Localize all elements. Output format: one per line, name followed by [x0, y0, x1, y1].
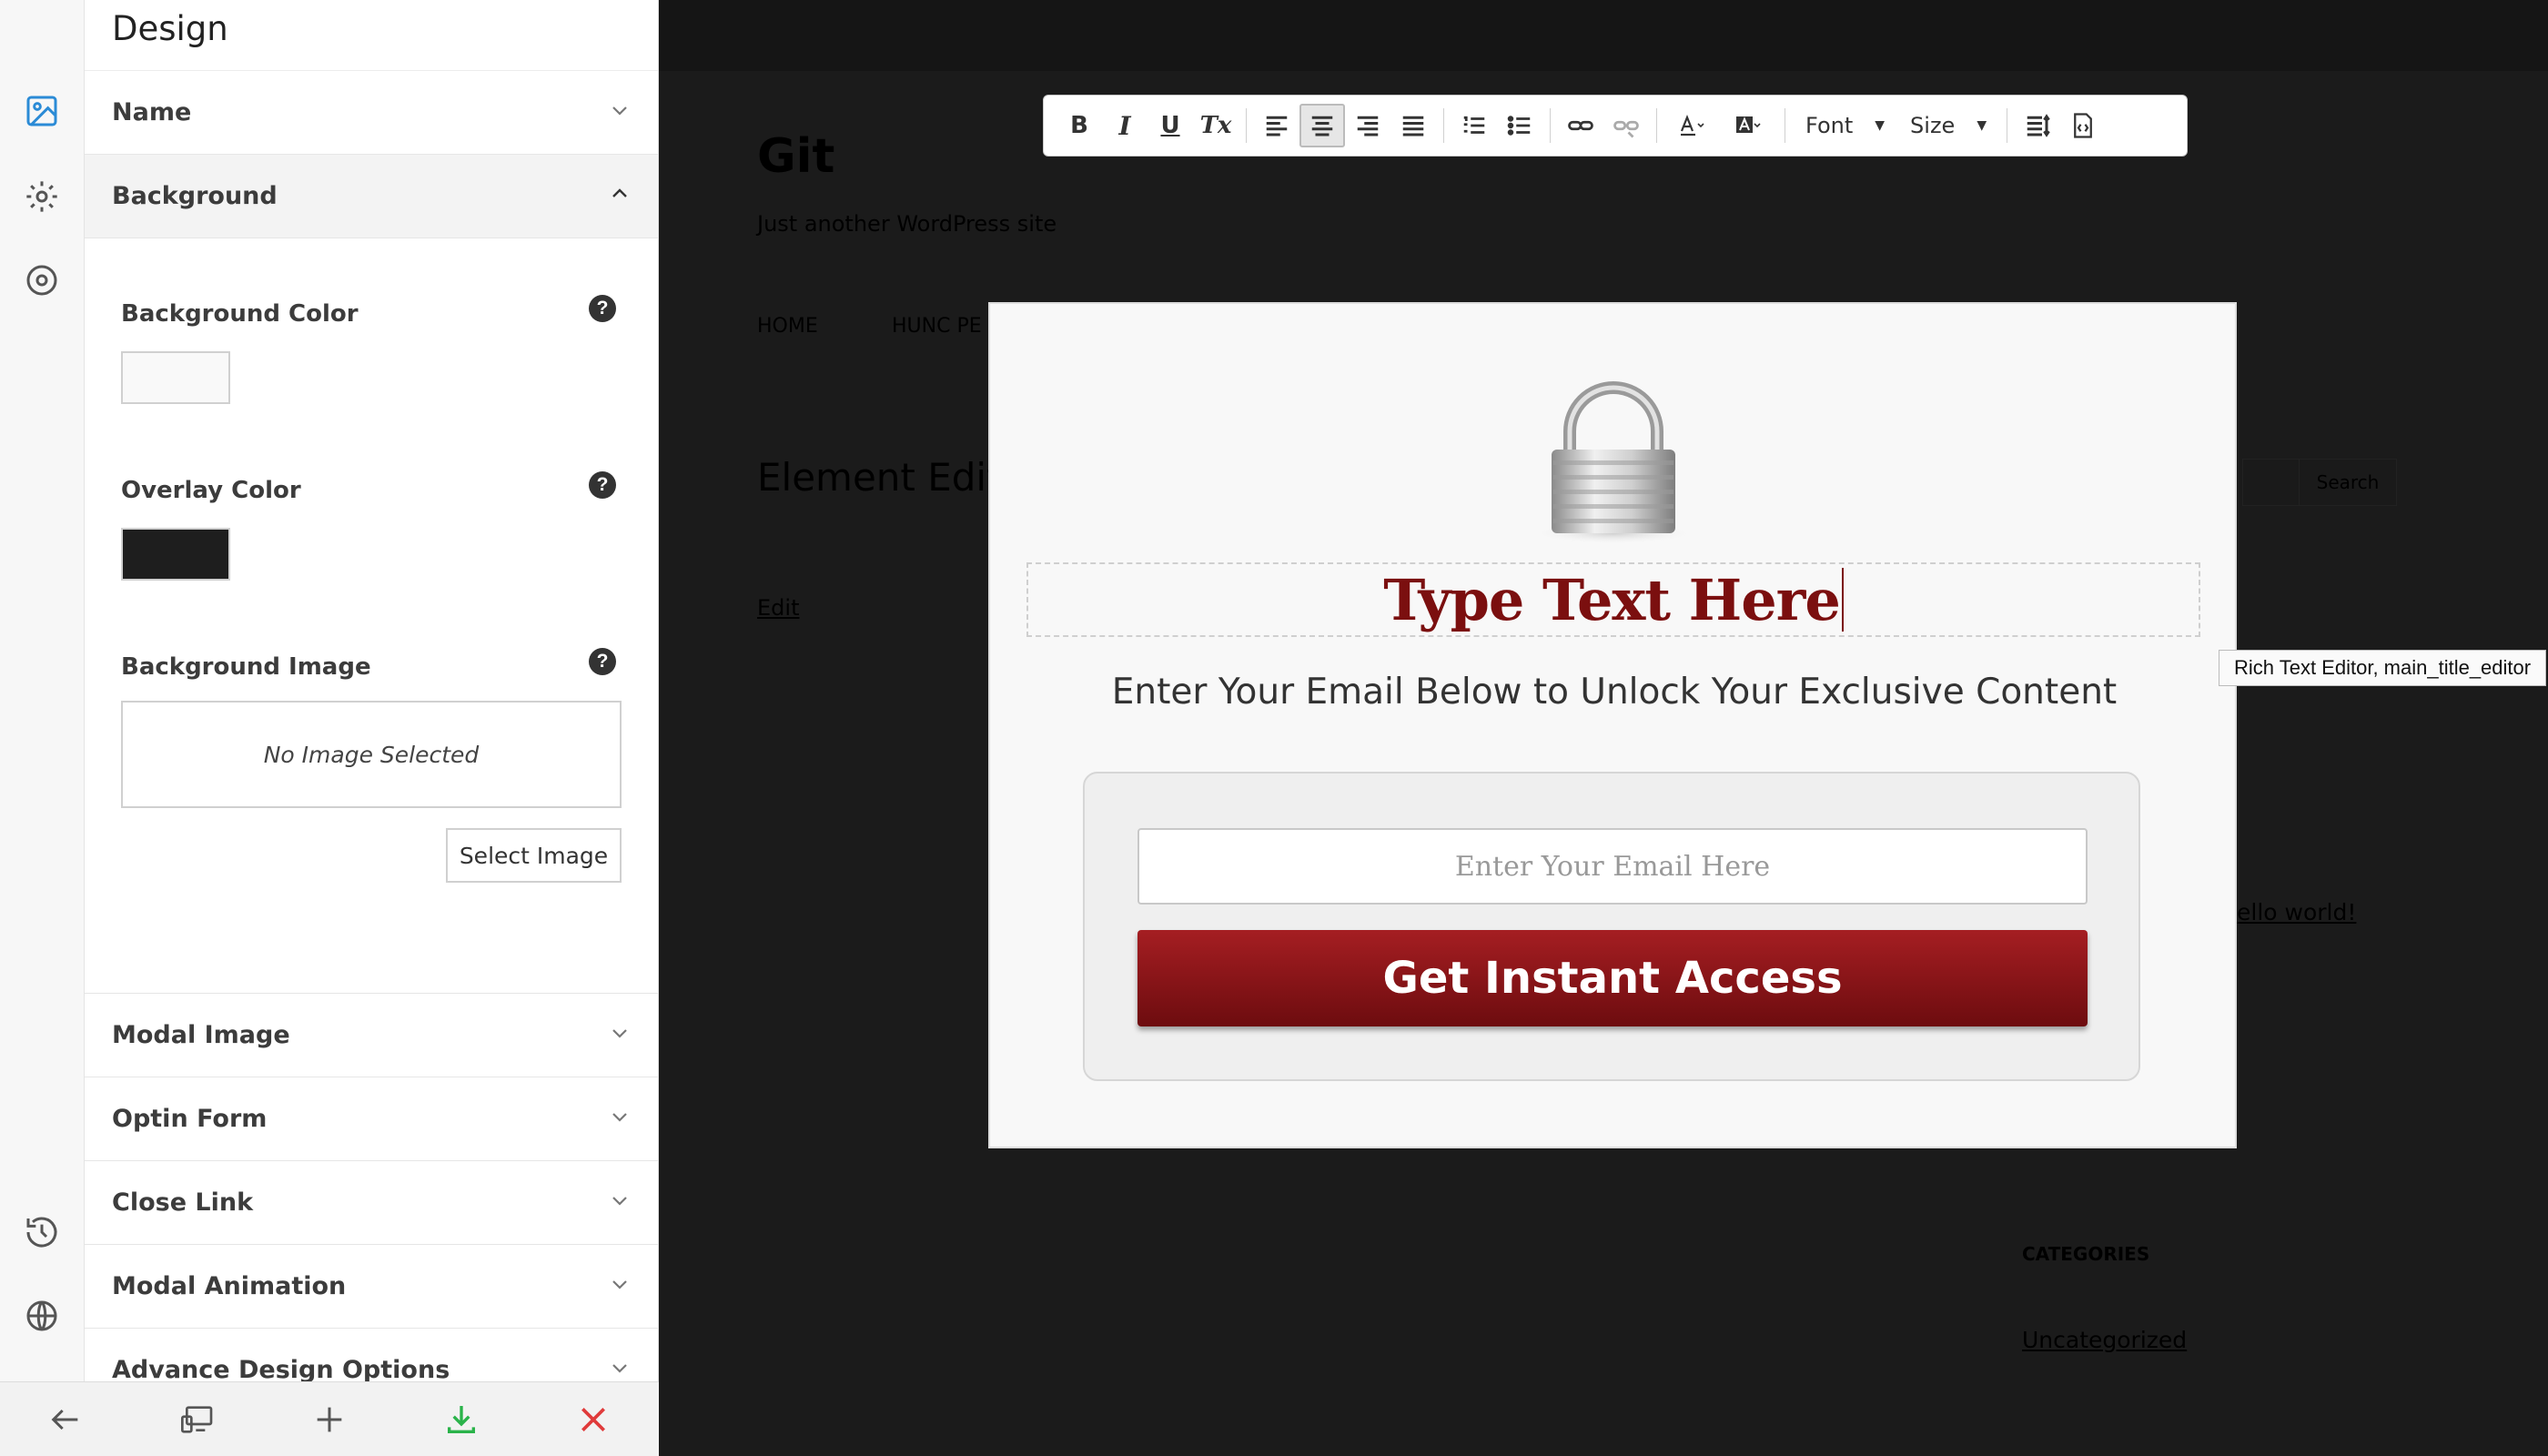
- plus-icon[interactable]: [264, 1382, 396, 1456]
- text-color-icon[interactable]: [1664, 104, 1721, 147]
- select-image-button[interactable]: Select Image: [446, 828, 622, 883]
- accordion-label: Background: [112, 182, 278, 210]
- site-tagline: Just another WordPress site: [757, 211, 1057, 237]
- modal-title[interactable]: Type Text Here: [1383, 567, 1841, 633]
- category-link[interactable]: Uncategorized: [2022, 1327, 2187, 1353]
- underline-glyph: U: [1160, 112, 1180, 139]
- unlink-icon[interactable]: [1603, 104, 1649, 147]
- editor-tooltip: Rich Text Editor, main_title_editor: [2219, 650, 2547, 686]
- bottom-toolbar: [0, 1381, 659, 1456]
- caret-down-icon: ▼: [1977, 118, 1987, 133]
- history-icon[interactable]: [20, 1210, 64, 1254]
- nav-item[interactable]: HUNC PE: [892, 315, 982, 338]
- background-color-swatch[interactable]: [121, 351, 230, 404]
- overlay-color-swatch[interactable]: [121, 528, 230, 581]
- chevron-down-icon: [609, 1273, 631, 1299]
- italic-glyph: I: [1118, 110, 1131, 141]
- devices-icon[interactable]: [132, 1382, 264, 1456]
- toolbar-separator: [1246, 108, 1247, 143]
- font-dropdown[interactable]: Font ▼: [1793, 104, 1897, 147]
- optin-form: Get Instant Access: [1083, 772, 2140, 1081]
- size-dropdown[interactable]: Size ▼: [1897, 104, 1999, 147]
- accordion-label: Modal Animation: [112, 1272, 347, 1300]
- chevron-down-icon: [609, 1106, 631, 1132]
- toolbar-separator: [1656, 108, 1657, 143]
- globe-icon[interactable]: [20, 1294, 64, 1338]
- toolbar-separator: [1443, 108, 1444, 143]
- accordion-modal-image[interactable]: Modal Image: [85, 994, 658, 1077]
- get-instant-access-button[interactable]: Get Instant Access: [1138, 930, 2088, 1026]
- help-icon[interactable]: ?: [589, 648, 616, 675]
- chevron-down-icon: [609, 1357, 631, 1381]
- caret-down-icon: ▼: [1875, 118, 1886, 133]
- chevron-down-icon: [609, 99, 631, 126]
- title-editor-area[interactable]: Type Text Here: [1026, 562, 2200, 637]
- panel-title: Design: [85, 0, 658, 71]
- target-icon[interactable]: [20, 258, 64, 302]
- remove-format-glyph: Tx: [1199, 112, 1232, 139]
- accordion-name[interactable]: Name: [85, 71, 658, 155]
- accordion-advance-design-options[interactable]: Advance Design Options: [85, 1329, 658, 1381]
- download-icon[interactable]: [395, 1382, 527, 1456]
- site-title[interactable]: Git: [757, 129, 834, 184]
- bullet-list-icon[interactable]: [1497, 104, 1542, 147]
- background-image-label: Background Image: [121, 653, 371, 681]
- toolbar-separator: [1550, 108, 1551, 143]
- align-left-icon[interactable]: [1254, 104, 1299, 147]
- site-top-bar: [659, 0, 2548, 71]
- accordion-modal-animation[interactable]: Modal Animation: [85, 1245, 658, 1329]
- page-preview: Git Just another WordPress site HOME HUN…: [659, 0, 2548, 1456]
- text-cursor: [1841, 568, 1844, 632]
- categories-heading: CATEGORIES: [2022, 1243, 2150, 1265]
- link-icon[interactable]: [1558, 104, 1603, 147]
- optin-modal: Type Text Here Enter Your Email Below to…: [988, 302, 2237, 1148]
- align-center-icon[interactable]: [1299, 104, 1345, 147]
- edit-link[interactable]: Edit: [757, 595, 799, 621]
- accordion-label: Name: [112, 98, 192, 126]
- background-color-icon[interactable]: [1721, 104, 1777, 147]
- padlock-icon: [1532, 381, 1695, 544]
- underline-button[interactable]: U: [1148, 104, 1193, 147]
- italic-button[interactable]: I: [1102, 104, 1148, 147]
- numbered-list-icon[interactable]: [1451, 104, 1497, 147]
- modal-subtitle[interactable]: Enter Your Email Below to Unlock Your Ex…: [990, 672, 2239, 713]
- email-input[interactable]: [1138, 828, 2088, 905]
- page-heading: Element Edit: [757, 455, 1002, 500]
- font-dropdown-label: Font: [1805, 113, 1854, 138]
- rich-text-toolbar: B I U Tx Font ▼ Size ▼: [1043, 95, 2188, 157]
- image-icon[interactable]: [20, 89, 64, 133]
- background-image-preview: No Image Selected: [121, 701, 622, 808]
- accordion-label: Modal Image: [112, 1021, 290, 1049]
- chevron-up-icon: [609, 183, 631, 209]
- nav-item-home[interactable]: HOME: [757, 315, 818, 338]
- close-icon[interactable]: [527, 1382, 659, 1456]
- accordion-background[interactable]: Background: [85, 155, 658, 238]
- design-panel: Design Name Background Background Color …: [85, 0, 659, 1381]
- help-icon[interactable]: ?: [589, 471, 616, 499]
- line-height-icon[interactable]: [2015, 104, 2060, 147]
- background-section-body: Background Color ? Overlay Color ? Backg…: [85, 238, 658, 994]
- icon-rail: [0, 0, 85, 1381]
- chevron-down-icon: [609, 1022, 631, 1048]
- background-color-label: Background Color: [121, 300, 359, 328]
- accordion-optin-form[interactable]: Optin Form: [85, 1077, 658, 1161]
- help-icon[interactable]: ?: [589, 295, 616, 322]
- gear-icon[interactable]: [20, 175, 64, 218]
- accordion-label: Advance Design Options: [112, 1356, 450, 1381]
- chevron-down-icon: [609, 1189, 631, 1216]
- source-code-icon[interactable]: [2060, 104, 2106, 147]
- size-dropdown-label: Size: [1910, 113, 1956, 138]
- align-justify-icon[interactable]: [1390, 104, 1436, 147]
- accordion-close-link[interactable]: Close Link: [85, 1161, 658, 1245]
- recent-post-link[interactable]: ello world!: [2237, 899, 2356, 925]
- search-button[interactable]: Search: [2299, 459, 2397, 506]
- accordion-label: Close Link: [112, 1188, 254, 1217]
- back-arrow-icon[interactable]: [0, 1382, 132, 1456]
- overlay-color-label: Overlay Color: [121, 477, 301, 504]
- remove-format-button[interactable]: Tx: [1193, 104, 1239, 147]
- bold-button[interactable]: B: [1057, 104, 1102, 147]
- bold-glyph: B: [1070, 112, 1088, 139]
- align-right-icon[interactable]: [1345, 104, 1390, 147]
- accordion-label: Optin Form: [112, 1105, 268, 1133]
